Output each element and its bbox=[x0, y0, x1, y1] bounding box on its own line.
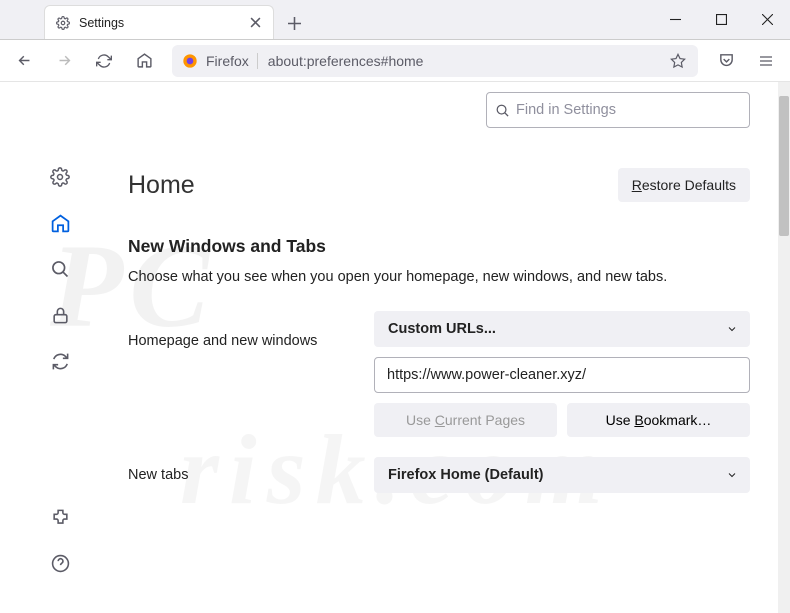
sidebar-search-icon[interactable] bbox=[49, 258, 71, 280]
new-tab-button[interactable] bbox=[280, 9, 308, 37]
scrollbar-thumb[interactable] bbox=[779, 96, 789, 236]
settings-sidebar bbox=[42, 166, 78, 574]
sidebar-general-icon[interactable] bbox=[49, 166, 71, 188]
forward-button bbox=[48, 45, 80, 77]
sidebar-privacy-icon[interactable] bbox=[49, 304, 71, 326]
browser-tab[interactable]: Settings bbox=[44, 5, 274, 39]
home-button[interactable] bbox=[128, 45, 160, 77]
search-placeholder: Find in Settings bbox=[516, 102, 616, 118]
app-menu-button[interactable] bbox=[750, 45, 782, 77]
navigation-toolbar: Firefox about:preferences#home bbox=[0, 40, 790, 82]
url-address: about:preferences#home bbox=[268, 53, 662, 69]
gear-icon bbox=[55, 15, 71, 31]
homepage-url-input[interactable] bbox=[374, 357, 750, 393]
search-icon bbox=[495, 103, 510, 118]
homepage-label: Homepage and new windows bbox=[128, 311, 374, 349]
use-current-pages-button: Use Current Pages bbox=[374, 403, 557, 437]
newtabs-label: New tabs bbox=[128, 467, 374, 483]
firefox-logo-icon bbox=[182, 53, 198, 69]
back-button[interactable] bbox=[8, 45, 40, 77]
homepage-select[interactable]: Custom URLs... bbox=[374, 311, 750, 347]
close-tab-icon[interactable] bbox=[247, 15, 263, 31]
url-product-label: Firefox bbox=[206, 53, 258, 69]
settings-page: PC risk.com Find in Settings Home Restor… bbox=[0, 82, 778, 613]
bookmark-star-icon[interactable] bbox=[670, 53, 688, 69]
restore-defaults-button[interactable]: Restore Defaults bbox=[618, 168, 750, 202]
close-window-button[interactable] bbox=[744, 0, 790, 39]
settings-search-input[interactable]: Find in Settings bbox=[486, 92, 750, 128]
tab-title: Settings bbox=[79, 16, 239, 30]
sidebar-help-icon[interactable] bbox=[49, 552, 71, 574]
page-title: Home bbox=[128, 171, 195, 200]
url-bar[interactable]: Firefox about:preferences#home bbox=[172, 45, 698, 77]
title-bar: Settings bbox=[0, 0, 790, 40]
section-description: Choose what you see when you open your h… bbox=[128, 267, 750, 287]
chevron-down-icon bbox=[726, 323, 738, 335]
reload-button[interactable] bbox=[88, 45, 120, 77]
window-controls bbox=[652, 0, 790, 39]
use-bookmark-button[interactable]: Use Bookmark… bbox=[567, 403, 750, 437]
sidebar-sync-icon[interactable] bbox=[49, 350, 71, 372]
sidebar-extensions-icon[interactable] bbox=[49, 506, 71, 528]
maximize-button[interactable] bbox=[698, 0, 744, 39]
sidebar-home-icon[interactable] bbox=[49, 212, 71, 234]
chevron-down-icon bbox=[726, 469, 738, 481]
newtabs-select[interactable]: Firefox Home (Default) bbox=[374, 457, 750, 493]
minimize-button[interactable] bbox=[652, 0, 698, 39]
section-heading: New Windows and Tabs bbox=[128, 236, 750, 257]
pocket-button[interactable] bbox=[710, 45, 742, 77]
